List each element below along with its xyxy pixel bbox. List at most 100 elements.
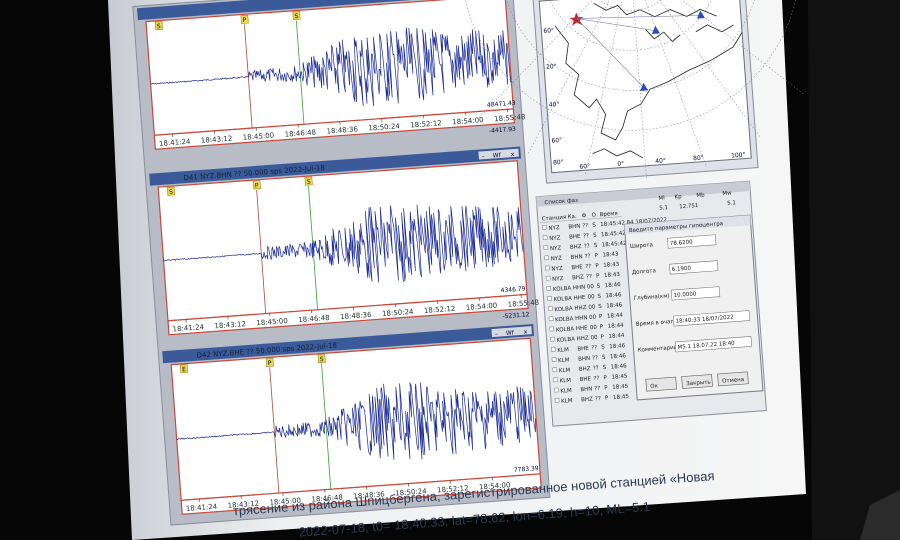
- row-checkbox[interactable]: [543, 245, 549, 250]
- map-lon-label: 80°: [693, 155, 704, 163]
- row-checkbox[interactable]: [548, 316, 554, 322]
- minimize-button: –: [495, 331, 499, 338]
- table-cell: BHE: [577, 346, 589, 353]
- table-cell: 00: [587, 294, 595, 301]
- table-cell: KLM: [558, 357, 570, 364]
- map-lon-label: 60°: [579, 163, 590, 171]
- table-cell: BHE: [579, 376, 591, 383]
- table-cell: KLM: [559, 368, 571, 375]
- table-cell: 18:43: [604, 272, 621, 279]
- table-cell: 00: [587, 284, 595, 291]
- row-checkbox[interactable]: [544, 265, 550, 271]
- table-cell: NYZ: [549, 235, 561, 242]
- table-cell: BHZ: [581, 397, 593, 404]
- map-lon-label: 100°: [731, 151, 746, 159]
- table-cell: BHN: [578, 356, 590, 363]
- table-cell: 18:46: [605, 292, 622, 299]
- table-cell: BHN: [570, 254, 582, 261]
- minimize-button: –: [482, 153, 486, 160]
- seismogram-window: –Wfx18:41:2418:43:1218:45:0018:46:4818:4…: [132, 0, 551, 526]
- row-checkbox[interactable]: [547, 296, 552, 301]
- phase-marker-label: S: [306, 178, 311, 185]
- table-cell: NYZ: [550, 245, 562, 252]
- table-cell: BHE: [569, 234, 581, 241]
- table-cell: NYZ: [551, 256, 563, 263]
- table-header: Mw: [722, 190, 732, 197]
- table-cell: 00: [590, 325, 598, 332]
- table-cell: ??: [585, 264, 591, 270]
- row-checkbox[interactable]: [552, 367, 558, 373]
- table-cell: 00: [589, 314, 597, 321]
- table-cell: ??: [592, 355, 598, 361]
- row-checkbox[interactable]: [551, 357, 557, 362]
- photographed-monitor: –Wfx18:41:2418:43:1218:45:0018:46:4818:4…: [0, 0, 900, 540]
- row-checkbox[interactable]: [547, 306, 553, 312]
- table-cell: BHN: [580, 386, 592, 393]
- row-checkbox[interactable]: [553, 377, 558, 383]
- table-header: Ml: [658, 195, 665, 201]
- table-cell: NYZ: [551, 266, 563, 273]
- table-cell: 18:46: [611, 363, 628, 370]
- map-lon-label: 0°: [617, 160, 624, 167]
- table-cell: KLM: [559, 378, 571, 385]
- wf-button: Wf: [506, 329, 515, 337]
- table-cell: NYZ: [552, 276, 564, 283]
- table-cell: KLM: [561, 398, 573, 405]
- table-cell: 18:43: [602, 251, 619, 258]
- table-cell: HHZ: [574, 305, 587, 312]
- row-checkbox[interactable]: [546, 285, 552, 291]
- magnitude-value: 5.1: [659, 205, 668, 212]
- table-cell: BHE: [571, 264, 583, 271]
- table-cell: HHN: [575, 315, 588, 322]
- phase-marker-label: S: [319, 356, 324, 363]
- table-cell: BHZ: [570, 244, 582, 251]
- phase-table-window: Список фаз Станция Ка. Ф О ВремяNYZ BHN?? S 18:…: [535, 180, 767, 427]
- table-cell: ??: [584, 243, 590, 249]
- table-cell: 00: [590, 335, 598, 342]
- table-header: Kp: [674, 194, 682, 201]
- screen-svg: –Wfx18:41:2418:43:1218:45:0018:46:4818:4…: [0, 0, 900, 540]
- table-cell: ??: [586, 274, 592, 280]
- map-lon-label: 40°: [655, 157, 666, 165]
- row-checkbox[interactable]: [554, 397, 560, 403]
- table-cell: ??: [582, 223, 588, 229]
- table-cell: HHZ: [576, 336, 589, 343]
- table-cell: HHE: [576, 325, 589, 332]
- row-checkbox[interactable]: [553, 387, 559, 393]
- table-cell: 18:45: [611, 374, 628, 381]
- table-cell: HHN: [573, 285, 586, 292]
- row-checkbox[interactable]: [549, 326, 555, 332]
- phase-marker-label: S: [157, 23, 162, 30]
- row-checkbox[interactable]: [545, 275, 551, 281]
- map-lat-label: 80°: [553, 159, 564, 167]
- table-cell: HHE: [573, 295, 586, 302]
- map-lat-label: 40°: [549, 101, 560, 109]
- table-cell: ??: [584, 254, 590, 260]
- wf-button: Wf: [493, 152, 502, 160]
- table-cell: ??: [594, 386, 600, 392]
- table-header: Ка.: [567, 214, 577, 221]
- table-cell: ??: [593, 365, 599, 371]
- trace-plot-area: [157, 160, 528, 322]
- phase-marker-label: S: [294, 13, 299, 20]
- table-cell: 18:46: [606, 302, 623, 309]
- map-lat-label: 20°: [546, 63, 557, 71]
- map-lat-label: 60°: [551, 137, 562, 145]
- monitor-bezel: [808, 0, 900, 540]
- table-cell: ??: [583, 233, 589, 239]
- dialog-button-label: Ок: [650, 383, 659, 390]
- magnitude-value: 5.1: [727, 200, 736, 207]
- row-checkbox[interactable]: [550, 336, 555, 342]
- row-checkbox[interactable]: [542, 224, 547, 230]
- table-cell: 18:45: [613, 394, 630, 401]
- table-cell: NYZ: [548, 225, 560, 232]
- table-cell: 18:46: [609, 343, 626, 350]
- row-checkbox[interactable]: [550, 346, 556, 352]
- table-cell: 00: [588, 304, 596, 311]
- phase-marker-label: E: [182, 366, 187, 373]
- table-cell: KLM: [557, 347, 569, 354]
- table-cell: KLM: [560, 388, 572, 395]
- row-checkbox[interactable]: [544, 255, 549, 261]
- row-checkbox[interactable]: [542, 235, 548, 240]
- table-cell: ??: [593, 376, 599, 382]
